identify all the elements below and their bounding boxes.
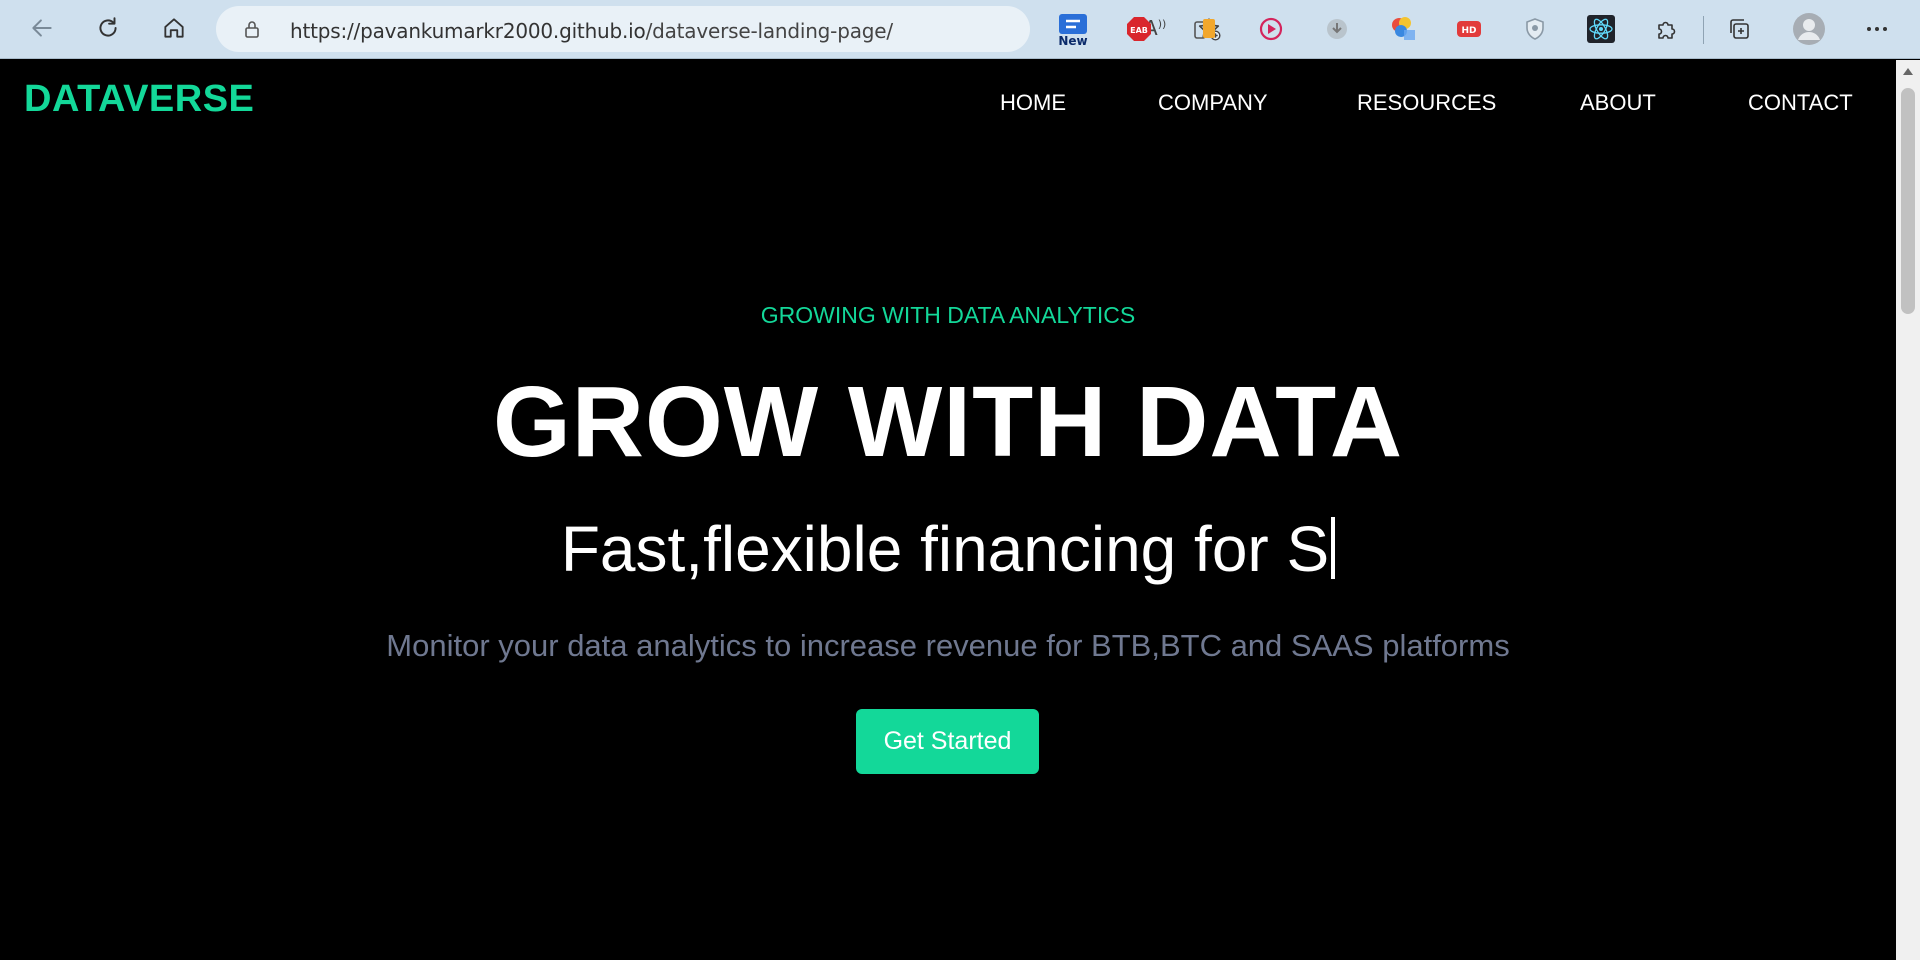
home-icon bbox=[164, 18, 184, 38]
new-badge-extension-icon[interactable]: New bbox=[1056, 12, 1090, 46]
browser-toolbar: https://pavankumarkr2000.github.io/datav… bbox=[0, 0, 1920, 59]
get-started-button[interactable]: Get Started bbox=[856, 709, 1039, 774]
color-picker-extension-icon[interactable] bbox=[1386, 12, 1420, 46]
svg-text:HD: HD bbox=[1461, 26, 1476, 36]
svg-text:EAB: EAB bbox=[1130, 26, 1148, 35]
mobile-view-extension-icon[interactable] bbox=[1188, 12, 1222, 46]
hero-subtitle: Monitor your data analytics to increase … bbox=[386, 628, 1510, 663]
site-logo[interactable]: DATAVERSE bbox=[24, 78, 254, 121]
scroll-up-arrow-icon[interactable] bbox=[1903, 68, 1913, 75]
video-play-extension-icon[interactable] bbox=[1254, 12, 1288, 46]
toolbar-separator bbox=[1703, 16, 1704, 44]
profile-avatar-icon[interactable] bbox=[1792, 12, 1826, 46]
url-path: /dataverse-landing-page/ bbox=[645, 19, 894, 43]
url-text[interactable]: https://pavankumarkr2000.github.io/datav… bbox=[290, 19, 893, 43]
refresh-icon bbox=[99, 17, 117, 37]
nav-company-link[interactable]: COMPANY bbox=[1158, 90, 1268, 116]
extensions-puzzle-icon[interactable] bbox=[1650, 12, 1684, 46]
typed-text-line: Fast,flexible financing for S bbox=[0, 512, 1896, 586]
more-menu-icon[interactable] bbox=[1860, 12, 1894, 46]
hero-headline: GROW WITH DATA bbox=[492, 366, 1404, 478]
back-arrow-icon bbox=[32, 19, 52, 37]
collections-icon[interactable] bbox=[1722, 12, 1756, 46]
scrollbar-thumb[interactable] bbox=[1901, 88, 1915, 314]
svg-text:New: New bbox=[1058, 34, 1087, 46]
address-bar[interactable]: https://pavankumarkr2000.github.io/datav… bbox=[216, 6, 1221, 52]
eab-extension-icon[interactable]: EAB bbox=[1122, 12, 1156, 46]
privacy-badger-extension-icon[interactable] bbox=[1518, 12, 1552, 46]
home-button[interactable] bbox=[154, 8, 194, 48]
download-extension-icon[interactable] bbox=[1320, 12, 1354, 46]
nav-about-link[interactable]: ABOUT bbox=[1580, 90, 1656, 116]
refresh-button[interactable] bbox=[88, 8, 128, 48]
url-domain: https://pavankumarkr2000.github.io bbox=[290, 19, 646, 43]
nav-home-link[interactable]: HOME bbox=[1000, 90, 1066, 116]
hero-eyebrow: GROWING WITH DATA ANALYTICS bbox=[760, 302, 1136, 328]
lock-icon bbox=[245, 21, 259, 38]
nav-resources-link[interactable]: RESOURCES bbox=[1357, 90, 1496, 116]
landing-page: DATAVERSE HOME COMPANY RESOURCES ABOUT C… bbox=[0, 60, 1896, 960]
back-button[interactable] bbox=[22, 8, 62, 48]
react-devtools-extension-icon[interactable] bbox=[1584, 12, 1618, 46]
typed-text: Fast,flexible financing for S bbox=[560, 513, 1330, 585]
typing-cursor bbox=[1331, 517, 1336, 579]
nav-contact-link[interactable]: CONTACT bbox=[1748, 90, 1853, 116]
page-scrollbar[interactable] bbox=[1896, 60, 1920, 960]
hd-extension-icon[interactable]: HD bbox=[1452, 12, 1486, 46]
